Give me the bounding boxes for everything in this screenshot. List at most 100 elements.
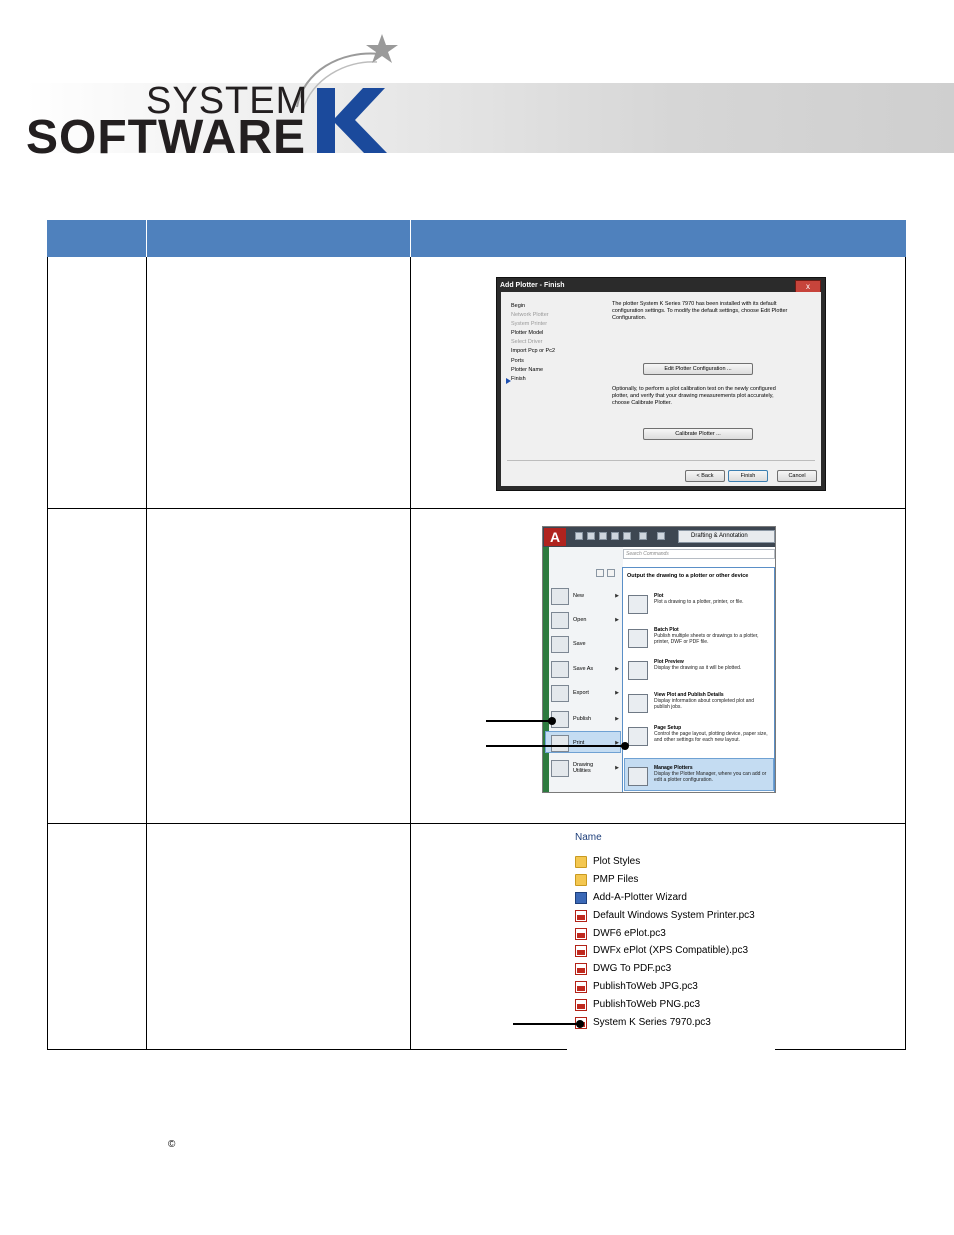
plot-preview-icon <box>628 661 648 680</box>
dialog-title: Add Plotter - Finish <box>500 282 565 289</box>
plot-icon[interactable] <box>623 532 631 540</box>
pc3-file-icon <box>575 910 587 922</box>
pointer-line-manage-plotters <box>486 745 626 747</box>
open-documents-icon[interactable] <box>607 569 615 577</box>
workspace-dropdown[interactable]: Drafting & Annotation <box>678 530 775 543</box>
submenu-item-desc: Display the Plotter Manager, where you c… <box>654 771 767 783</box>
submenu-item-desc: Publish multiple sheets or drawings to a… <box>654 633 759 645</box>
header-divider <box>146 220 147 257</box>
plot-icon <box>628 595 648 614</box>
cancel-button[interactable]: Cancel <box>777 470 817 482</box>
back-button[interactable]: < Back <box>685 470 725 482</box>
edit-plotter-configuration-button[interactable]: Edit Plotter Configuration ... <box>643 363 753 375</box>
menu-item-label: Drawing Utilities <box>573 762 594 774</box>
page-setup-icon <box>628 727 648 746</box>
submenu-item-plot[interactable]: Plot Plot a drawing to a plotter, printe… <box>626 592 774 624</box>
file-name: PMP Files <box>593 874 639 885</box>
pointer-dot <box>621 742 629 750</box>
submenu-item-page-setup[interactable]: Page Setup Control the page layout, plot… <box>626 724 774 756</box>
wizard-step-select-driver: Select Driver <box>511 339 543 345</box>
application-button[interactable]: A <box>544 528 566 546</box>
menu-item-publish[interactable]: Publish ▶ <box>551 709 621 731</box>
file-name: PublishToWeb PNG.pc3 <box>593 999 701 1010</box>
save-icon[interactable] <box>599 532 607 540</box>
calibrate-plotter-button[interactable]: Calibrate Plotter ... <box>643 428 753 440</box>
menu-item-label: Export <box>573 690 589 696</box>
pointer-dot <box>576 1020 584 1028</box>
menu-item-label: Save <box>573 641 586 647</box>
menu-item-open[interactable]: Open ▶ <box>551 610 621 632</box>
redo-icon[interactable] <box>657 532 665 540</box>
wizard-step-plotter-name: Plotter Name <box>511 367 544 373</box>
folder-icon <box>575 874 587 886</box>
dialog-separator <box>507 460 815 461</box>
pc3-file-icon <box>575 945 587 957</box>
chevron-right-icon: ▶ <box>615 617 619 623</box>
utilities-icon <box>551 760 569 777</box>
file-name: Default Windows System Printer.pc3 <box>593 910 755 921</box>
plot-details-icon <box>628 694 648 713</box>
logo-software-text: SOFTWARE <box>26 111 306 164</box>
pc3-file-icon <box>575 981 587 993</box>
open-icon[interactable] <box>587 532 595 540</box>
submenu-item-batch-plot[interactable]: Batch Plot Publish multiple sheets or dr… <box>626 626 774 658</box>
menu-item-save-as[interactable]: Save As ▶ <box>551 659 621 681</box>
chevron-right-icon: ▶ <box>615 666 619 672</box>
submenu-title: Output the drawing to a plotter or other… <box>627 573 749 579</box>
column-divider <box>146 257 147 1049</box>
recent-documents-icon[interactable] <box>596 569 604 577</box>
menu-item-label: Open <box>573 617 587 623</box>
name-column-header[interactable]: Name <box>575 832 602 843</box>
wizard-step-network-plotter: Network Plotter <box>511 312 549 318</box>
submenu-item-plot-details[interactable]: View Plot and Publish Details Display in… <box>626 691 774 723</box>
add-plotter-dialog: Add Plotter - Finish x Begin Network Plo… <box>496 277 826 491</box>
wizard-step-system-printer: System Printer <box>511 321 548 327</box>
plotters-file-list: Name Plot Styles PMP Files Add-A-Plotter… <box>567 828 775 1050</box>
save-as-icon[interactable] <box>611 532 619 540</box>
submenu-item-desc: Display information about completed plot… <box>654 698 755 710</box>
submenu-item-desc: Plot a drawing to a plotter, printer, or… <box>654 599 744 605</box>
submenu-item-desc: Display the drawing as it will be plotte… <box>654 665 742 671</box>
wizard-step-ports: Ports <box>511 358 524 364</box>
menu-item-drawing-utilities[interactable]: Drawing Utilities ▶ <box>551 758 621 780</box>
menu-item-print[interactable]: Print ▶ <box>551 733 621 755</box>
pc3-file-icon <box>575 928 587 940</box>
row-divider <box>48 823 905 824</box>
menu-item-save[interactable]: Save <box>551 634 621 656</box>
dialog-body: Begin Network Plotter System Printer Plo… <box>501 292 821 486</box>
header-divider <box>410 220 411 257</box>
submenu-item-manage-plotters[interactable]: Manage Plotters Display the Plotter Mana… <box>626 764 774 792</box>
submenu-item-plot-preview[interactable]: Plot Preview Display the drawing as it w… <box>626 658 774 690</box>
pc3-file-icon <box>575 999 587 1011</box>
finish-button[interactable]: Finish <box>728 470 768 482</box>
chevron-right-icon: ▶ <box>615 593 619 599</box>
file-name: DWFx ePlot (XPS Compatible).pc3 <box>593 945 749 956</box>
new-icon[interactable] <box>575 532 583 540</box>
manage-plotters-icon <box>628 767 648 786</box>
file-name: DWG To PDF.pc3 <box>593 963 672 974</box>
row-divider <box>48 508 905 509</box>
wizard-step-finish: Finish <box>511 376 526 382</box>
pointer-line-system-k-pc3 <box>513 1023 579 1025</box>
quick-access-toolbar: A Drafting & Annotation <box>543 527 775 547</box>
menu-item-new[interactable]: New ▶ <box>551 586 621 608</box>
submenu-item-desc: Control the page layout, plotting device… <box>654 731 768 743</box>
chevron-right-icon: ▶ <box>615 765 619 771</box>
new-file-icon <box>551 588 569 605</box>
wizard-step-begin: Begin <box>511 303 526 309</box>
batch-plot-icon <box>628 629 648 648</box>
menu-item-label: New <box>573 593 585 599</box>
save-as-icon <box>551 661 569 678</box>
folder-icon <box>575 856 587 868</box>
file-name: PublishToWeb JPG.pc3 <box>593 981 698 992</box>
undo-icon[interactable] <box>639 532 647 540</box>
pointer-line-publish <box>486 720 552 722</box>
application-menu: A Drafting & Annotation Search Commands … <box>542 526 776 793</box>
chevron-right-icon: ▶ <box>615 690 619 696</box>
dialog-message-calibrate: Optionally, to perform a plot calibratio… <box>612 386 776 406</box>
menu-item-export[interactable]: Export ▶ <box>551 683 621 705</box>
star-icon <box>366 34 398 63</box>
search-commands-input[interactable]: Search Commands <box>623 549 775 559</box>
file-name: Add-A-Plotter Wizard <box>593 892 687 903</box>
save-icon <box>551 636 569 653</box>
